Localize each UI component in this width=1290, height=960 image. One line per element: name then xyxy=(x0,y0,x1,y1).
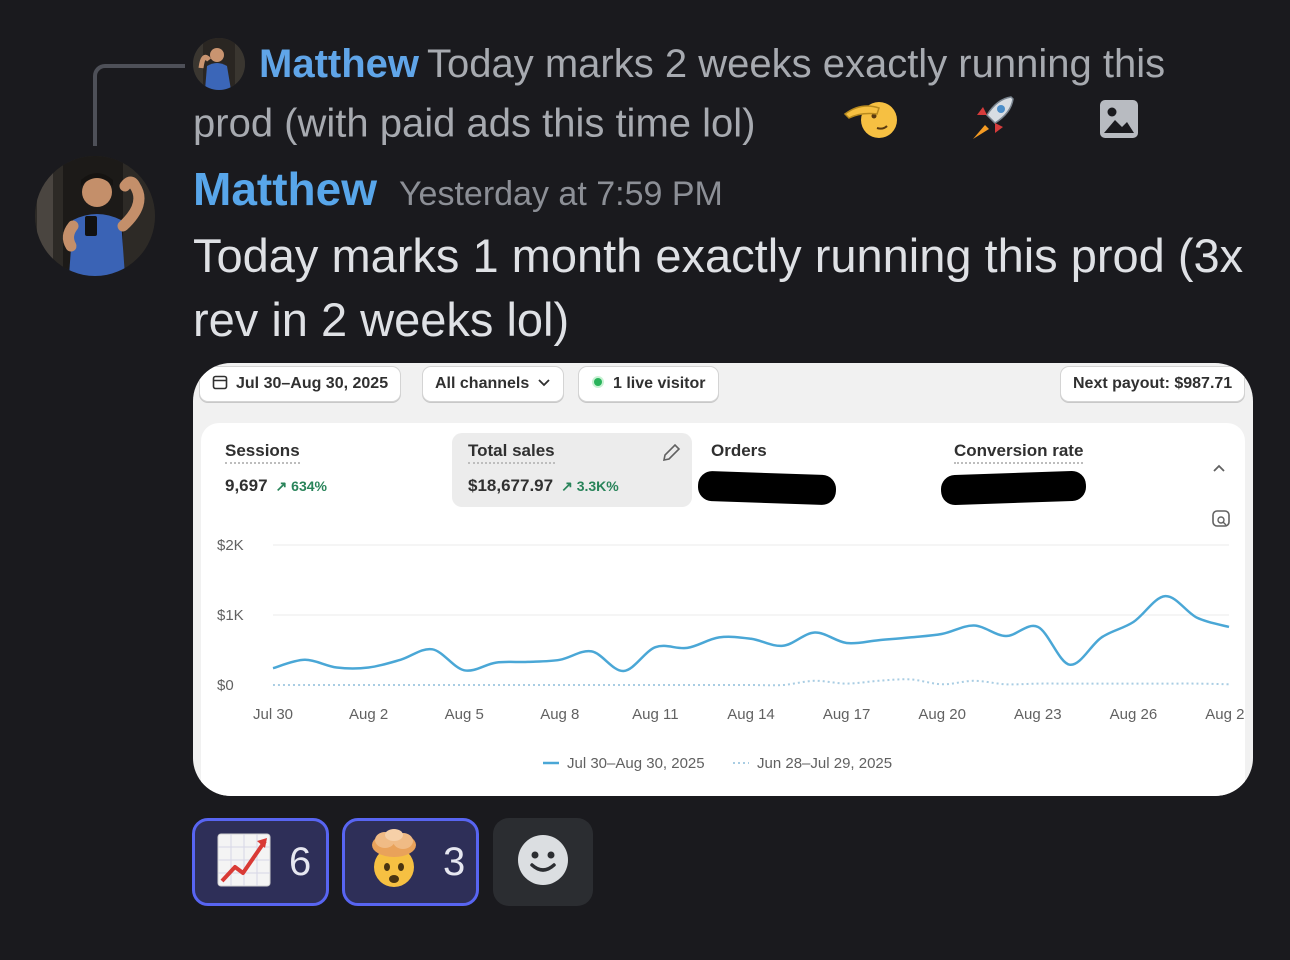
reply-author[interactable]: Matthew xyxy=(259,42,419,86)
x-tick-label: Aug 29 xyxy=(1205,706,1245,723)
live-visitors-label: 1 live visitor xyxy=(613,375,706,392)
x-tick-label: Aug 14 xyxy=(727,706,775,723)
reaction-chart-increasing[interactable]: 6 xyxy=(192,818,329,906)
image-attachment-icon[interactable] xyxy=(1033,98,1139,155)
x-tick-label: Aug 20 xyxy=(918,706,966,723)
y-tick-label: $1K xyxy=(217,607,244,624)
x-tick-label: Aug 17 xyxy=(823,706,871,723)
live-visitors-button[interactable]: 1 live visitor xyxy=(578,366,719,402)
x-tick-label: Aug 23 xyxy=(1014,706,1062,723)
series-line-previous xyxy=(273,678,1230,687)
x-tick-label: Aug 2 xyxy=(349,706,388,723)
message-header: Matthew Yesterday at 7:59 PM xyxy=(193,162,723,216)
message-text: Today marks 1 month exactly running this… xyxy=(193,229,1244,346)
x-tick-label: Jul 30 xyxy=(253,706,293,723)
legend-label-current: Jul 30–Aug 30, 2025 xyxy=(567,755,705,772)
x-tick-label: Aug 5 xyxy=(445,706,484,723)
x-tick-label: Aug 11 xyxy=(632,706,678,723)
rocket-icon xyxy=(901,93,1017,159)
exploding-head-icon xyxy=(363,828,425,896)
reply-avatar[interactable] xyxy=(193,38,245,90)
legend-label-previous: Jun 28–Jul 29, 2025 xyxy=(757,755,892,772)
next-payout-label: Next payout: $987.71 xyxy=(1073,375,1233,392)
live-dot-icon xyxy=(591,375,605,394)
x-tick-label: Aug 26 xyxy=(1110,706,1158,723)
saluting-face-icon xyxy=(777,94,901,158)
calendar-icon xyxy=(212,374,228,395)
reply-preview[interactable]: Matthew Today marks 2 weeks exactly runni… xyxy=(193,36,1253,159)
reply-connector xyxy=(93,64,185,146)
date-range-label: Jul 30–Aug 30, 2025 xyxy=(236,375,389,392)
date-range-button[interactable]: Jul 30–Aug 30, 2025 xyxy=(199,366,402,402)
metrics-panel: Sessions 9,697 ↗ 634% Total sales $18,677… xyxy=(201,423,1245,796)
author-avatar[interactable] xyxy=(35,156,155,276)
attached-image[interactable]: Jul 30–Aug 30, 2025 All channels 1 live … xyxy=(193,363,1253,796)
x-tick-label: Aug 8 xyxy=(540,706,579,723)
sales-line-chart: $2K $1K $0 Jul 30 Aug 2 Aug 5 Aug 8 Aug 11 Aug 1… xyxy=(217,537,1245,772)
chevron-down-icon xyxy=(537,375,551,393)
next-payout-button[interactable]: Next payout: $987.71 xyxy=(1060,366,1246,402)
reaction-exploding-head[interactable]: 3 xyxy=(342,818,479,906)
chart-increasing-icon xyxy=(217,833,271,892)
message-timestamp[interactable]: Yesterday at 7:59 PM xyxy=(399,175,723,213)
reaction-count: 3 xyxy=(443,839,466,884)
author-name[interactable]: Matthew xyxy=(193,163,377,215)
series-line-current xyxy=(272,594,1230,673)
y-tick-label: $2K xyxy=(217,537,244,554)
add-reaction-button[interactable] xyxy=(493,818,593,906)
smiley-add-icon xyxy=(517,834,569,891)
channels-dropdown[interactable]: All channels xyxy=(422,366,565,402)
y-tick-label: $0 xyxy=(217,677,234,694)
channels-label: All channels xyxy=(435,375,530,392)
reaction-count: 6 xyxy=(289,839,312,884)
